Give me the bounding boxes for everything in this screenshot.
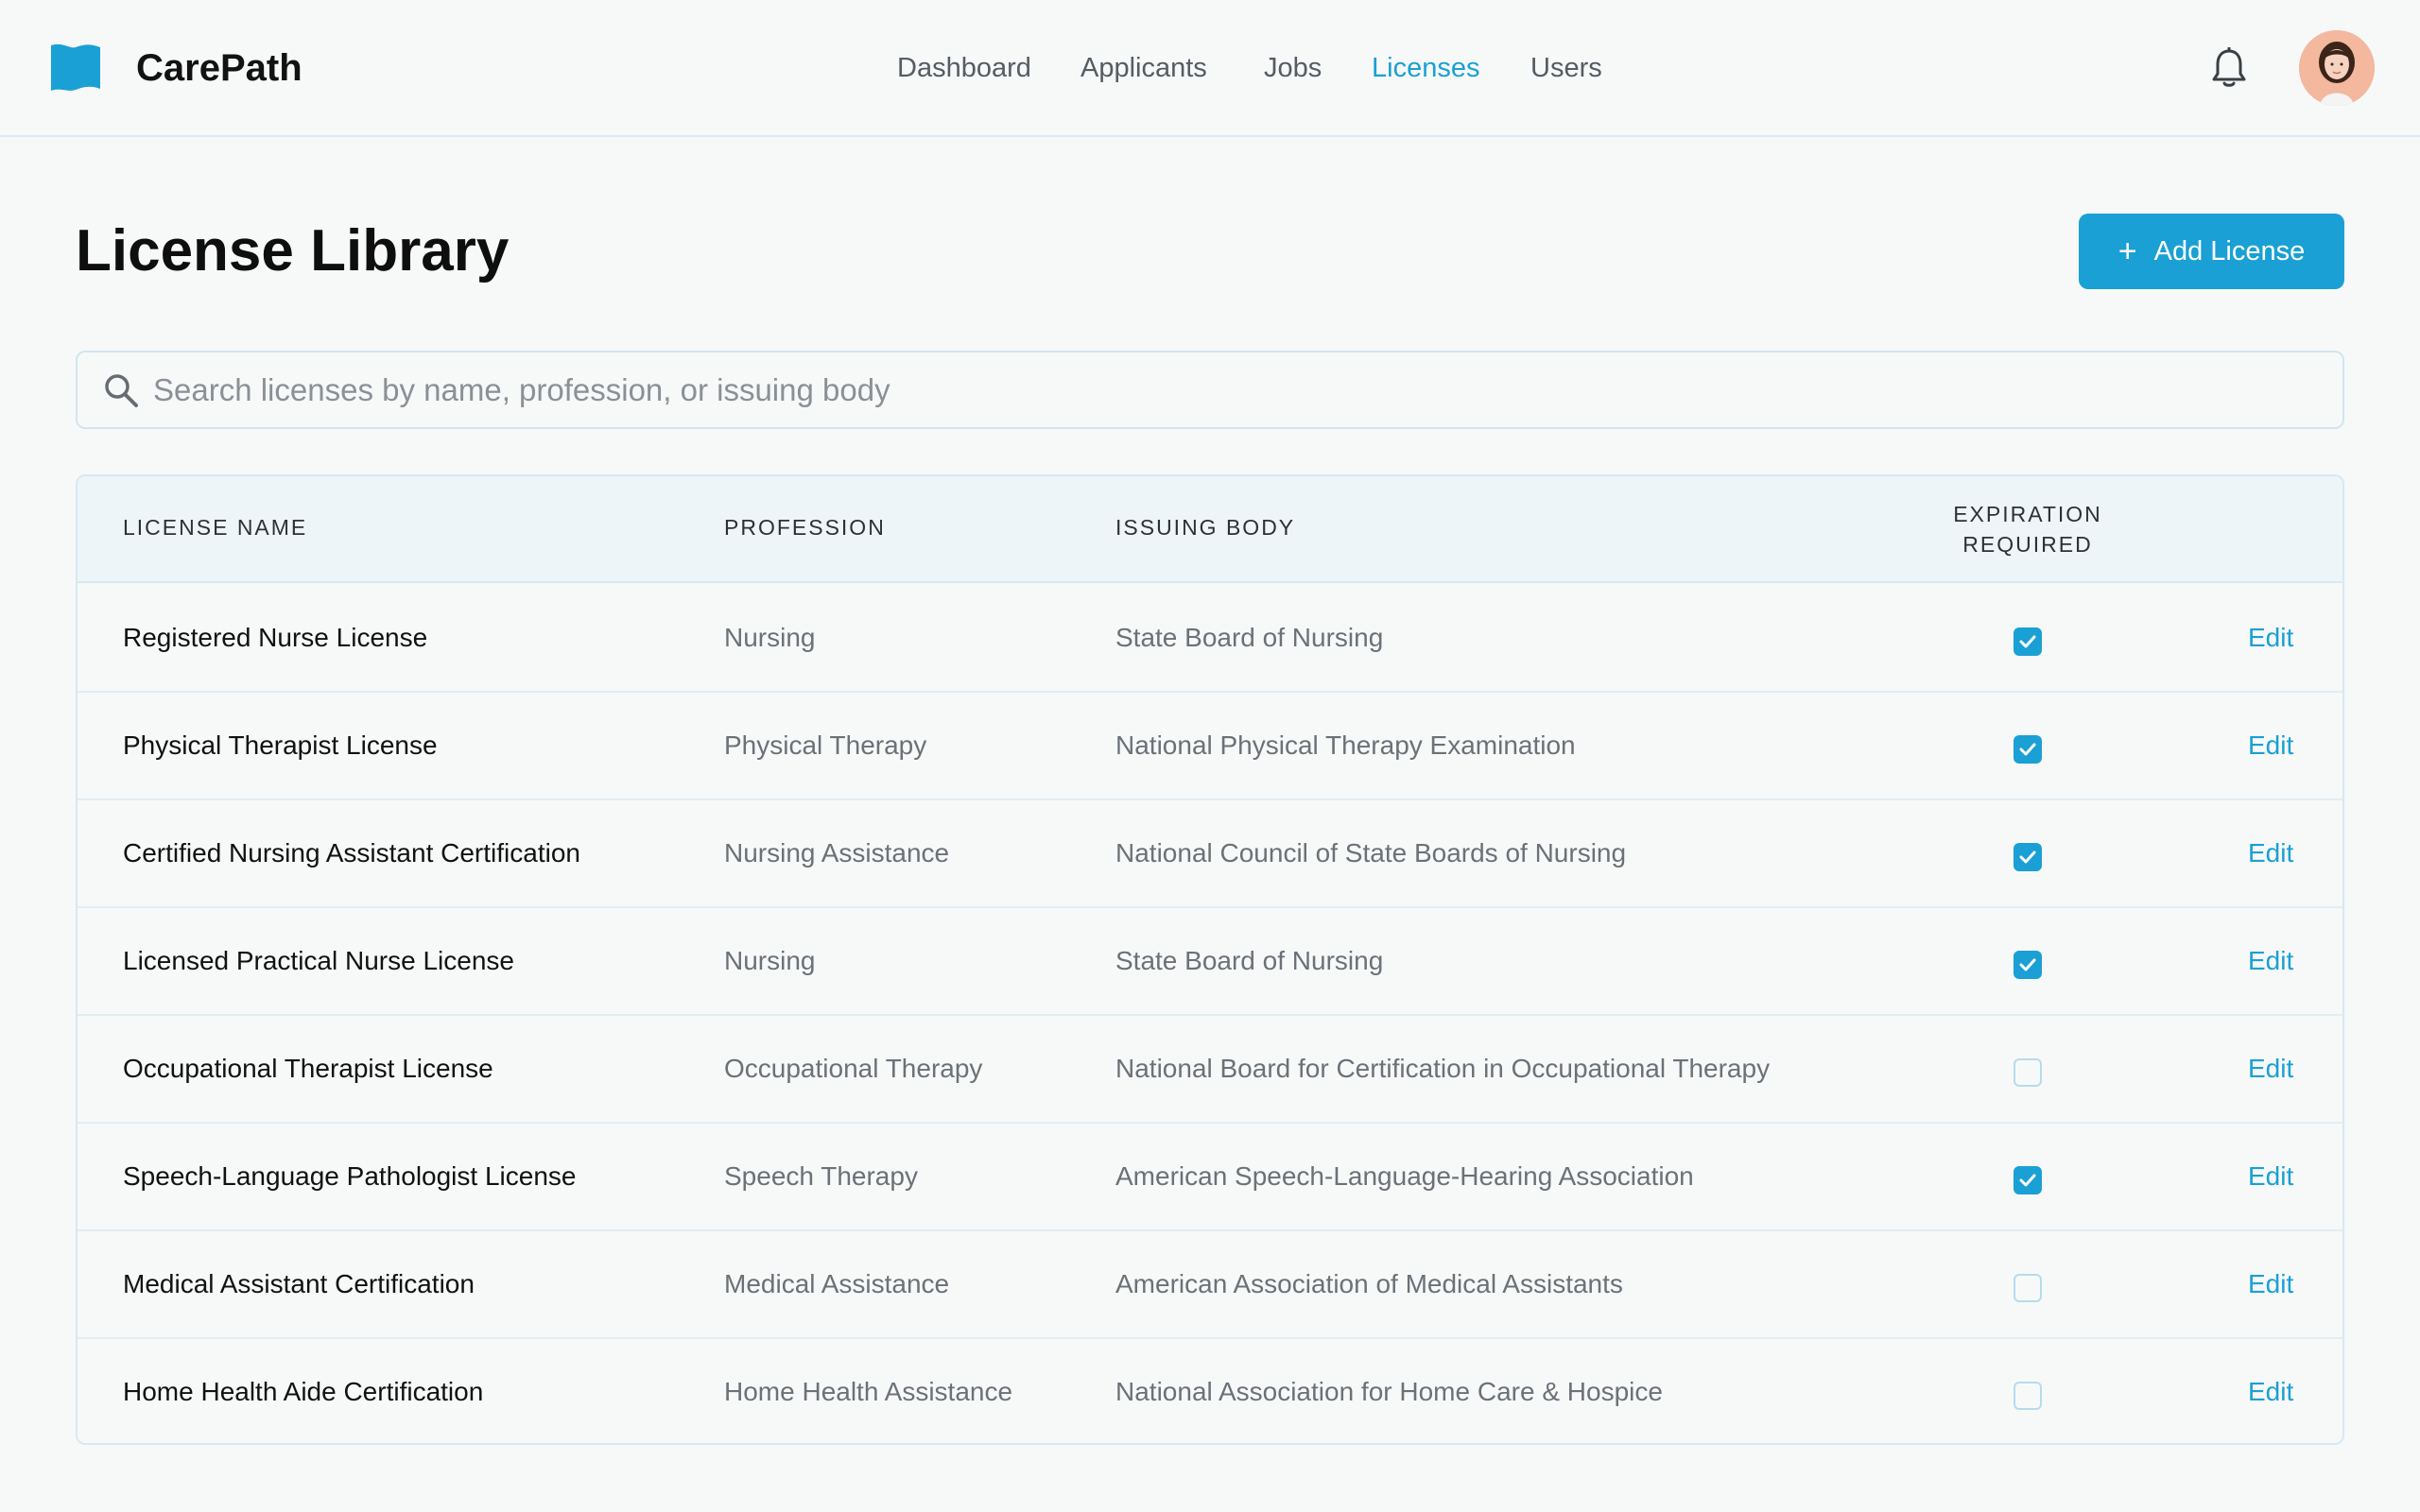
search-input[interactable]	[153, 362, 2308, 419]
table-row: Speech-Language Pathologist License Spee…	[78, 1124, 2342, 1231]
search-bar[interactable]	[76, 351, 2344, 429]
edit-license-link[interactable]: Edit	[2248, 1160, 2293, 1193]
license-issuing-body: State Board of Nursing	[1115, 946, 1384, 975]
table-row: Licensed Practical Nurse License Nursing…	[78, 908, 2342, 1016]
nav-item-applicants[interactable]: Applicants	[1080, 49, 1207, 87]
license-profession: Nursing	[724, 946, 816, 975]
license-name: Home Health Aide Certification	[123, 1377, 484, 1406]
checkmark-icon	[2019, 1174, 2036, 1187]
table-header: LICENSE NAME PROFESSION ISSUING BODY EXP…	[78, 476, 2342, 583]
checkmark-icon	[2019, 850, 2036, 864]
expiration-required-checkbox[interactable]	[2014, 735, 2042, 764]
column-header-expiration-line2: REQUIRED	[1962, 532, 2093, 557]
license-issuing-body: National Physical Therapy Examination	[1115, 730, 1576, 760]
nav-item-licenses[interactable]: Licenses	[1372, 49, 1479, 87]
nav-item-users[interactable]: Users	[1530, 49, 1602, 87]
add-license-label: Add License	[2153, 235, 2306, 266]
expiration-required-checkbox[interactable]	[2014, 1274, 2042, 1302]
license-issuing-body: National Board for Certification in Occu…	[1115, 1054, 1771, 1083]
license-profession: Occupational Therapy	[724, 1054, 983, 1083]
license-profession: Physical Therapy	[724, 730, 927, 760]
license-name: Speech-Language Pathologist License	[123, 1161, 577, 1191]
edit-license-link[interactable]: Edit	[2248, 837, 2293, 869]
edit-license-link[interactable]: Edit	[2248, 1376, 2293, 1408]
license-issuing-body: National Council of State Boards of Nurs…	[1115, 838, 1627, 868]
user-avatar[interactable]	[2299, 30, 2375, 106]
license-name: Occupational Therapist License	[123, 1054, 493, 1083]
license-name: Physical Therapist License	[123, 730, 438, 760]
license-table: LICENSE NAME PROFESSION ISSUING BODY EXP…	[76, 474, 2344, 1445]
license-issuing-body: American Speech-Language-Hearing Associa…	[1115, 1161, 1694, 1191]
edit-license-link[interactable]: Edit	[2248, 1268, 2293, 1300]
license-issuing-body: American Association of Medical Assistan…	[1115, 1269, 1623, 1298]
license-profession: Medical Assistance	[724, 1269, 950, 1298]
nav-item-dashboard[interactable]: Dashboard	[897, 49, 1031, 87]
column-header-issuing-body[interactable]: ISSUING BODY	[1115, 515, 1295, 541]
expiration-required-checkbox[interactable]	[2014, 951, 2042, 979]
license-name: Registered Nurse License	[123, 623, 428, 652]
main-nav: Dashboard Applicants Jobs Licenses Users	[0, 49, 2420, 91]
column-header-profession[interactable]: PROFESSION	[724, 515, 886, 541]
column-header-license-name[interactable]: LICENSE NAME	[123, 515, 307, 541]
table-row: Occupational Therapist License Occupatio…	[78, 1016, 2342, 1124]
checkmark-icon	[2019, 635, 2036, 648]
nav-item-jobs[interactable]: Jobs	[1264, 49, 1322, 87]
avatar-portrait-icon	[2299, 30, 2375, 106]
bell-icon[interactable]	[2210, 47, 2248, 89]
edit-license-link[interactable]: Edit	[2248, 1053, 2293, 1085]
column-header-expiration-line1: EXPIRATION	[1953, 502, 2102, 526]
table-row: Home Health Aide Certification Home Heal…	[78, 1339, 2342, 1443]
add-license-button[interactable]: + Add License	[2079, 214, 2344, 289]
license-name: Certified Nursing Assistant Certificatio…	[123, 838, 580, 868]
expiration-required-checkbox[interactable]	[2014, 1166, 2042, 1194]
checkmark-icon	[2019, 958, 2036, 971]
column-header-expiration-required[interactable]: EXPIRATION REQUIRED	[1921, 499, 2135, 559]
plus-icon: +	[2118, 233, 2137, 269]
table-row: Registered Nurse License Nursing State B…	[78, 585, 2342, 693]
table-row: Physical Therapist License Physical Ther…	[78, 693, 2342, 800]
license-issuing-body: State Board of Nursing	[1115, 623, 1384, 652]
top-navigation-bar: CarePath Dashboard Applicants Jobs Licen…	[0, 0, 2420, 137]
license-profession: Home Health Assistance	[724, 1377, 1013, 1406]
table-row: Medical Assistant Certification Medical …	[78, 1231, 2342, 1339]
license-name: Medical Assistant Certification	[123, 1269, 475, 1298]
expiration-required-checkbox[interactable]	[2014, 627, 2042, 656]
license-profession: Nursing Assistance	[724, 838, 950, 868]
table-row: Certified Nursing Assistant Certificatio…	[78, 800, 2342, 908]
edit-license-link[interactable]: Edit	[2248, 945, 2293, 977]
checkmark-icon	[2019, 743, 2036, 756]
edit-license-link[interactable]: Edit	[2248, 730, 2293, 762]
license-name: Licensed Practical Nurse License	[123, 946, 514, 975]
expiration-required-checkbox[interactable]	[2014, 843, 2042, 871]
license-issuing-body: National Association for Home Care & Hos…	[1115, 1377, 1663, 1406]
expiration-required-checkbox[interactable]	[2014, 1058, 2042, 1087]
edit-license-link[interactable]: Edit	[2248, 622, 2293, 654]
license-profession: Nursing	[724, 623, 816, 652]
expiration-required-checkbox[interactable]	[2014, 1382, 2042, 1410]
search-icon	[105, 374, 138, 407]
page-title: License Library	[76, 218, 510, 284]
license-profession: Speech Therapy	[724, 1161, 918, 1191]
